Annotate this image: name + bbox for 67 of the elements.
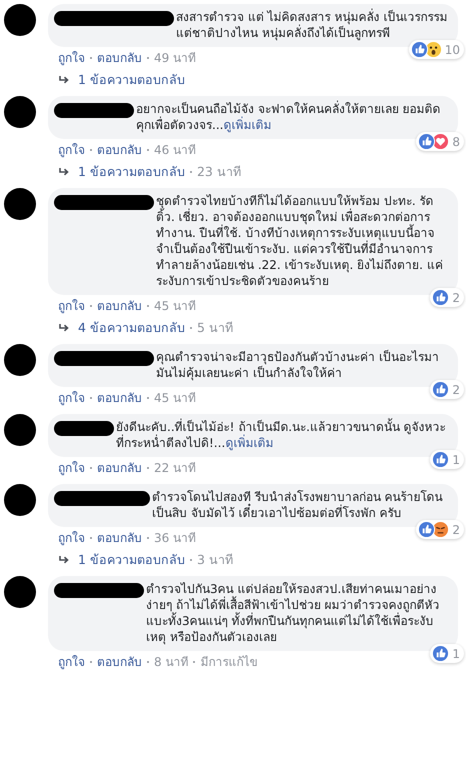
wow-reaction-icon [424,41,442,58]
reply-arrow-icon [58,323,70,333]
avatar[interactable] [4,484,36,516]
avatar[interactable] [4,188,36,220]
like-link[interactable]: ถูกใจ [58,529,85,547]
reply-link[interactable]: ตอบกลับ [97,49,142,67]
comment-text: คุณตำรวจน่าจะมีอาวุธป้องกันตัวบ้างนะค่า เป็นอะไรมามันไม่คุ้มเลยนะค่า เป็นกำลังใจให้ค่า [156,349,440,381]
reaction-count: 1 [452,646,460,660]
comment-time: 22 นาที [154,460,196,477]
reaction-count: 2 [452,290,460,304]
like-link[interactable]: ถูกใจ [58,459,85,477]
avatar[interactable] [4,414,36,446]
avatar[interactable] [4,4,36,36]
like-reaction-icon [432,289,450,306]
reaction-count: 10 [444,42,460,56]
like-link[interactable]: ถูกใจ [58,297,85,315]
reaction-count: 8 [452,134,460,148]
see-more-link[interactable]: ดูเพิ่มเติม [223,118,272,132]
like-link[interactable]: ถูกใจ [58,49,85,67]
reaction-count: 1 [452,452,460,466]
reply-link[interactable]: ตอบกลับ [97,141,142,159]
comment-time: 8 นาที [154,654,188,671]
like-reaction-icon [432,451,450,468]
like-link[interactable]: ถูกใจ [58,389,85,407]
reply-link[interactable]: ตอบกลับ [97,297,142,315]
redaction-bar [54,421,114,436]
comment-time: 45 นาที [154,298,196,315]
reply-time: 3 นาที [196,551,233,569]
love-reaction-icon [432,133,450,150]
comment-time: 36 นาที [154,530,196,547]
like-reaction-icon [410,41,428,58]
comment-time: 49 นาที [154,50,196,67]
like-link[interactable]: ถูกใจ [58,141,85,159]
replies-link[interactable]: 4 ข้อความตอบกลับ [78,319,185,337]
reaction-count: 2 [452,522,460,536]
reply-link[interactable]: ตอบกลับ [97,529,142,547]
like-reaction-icon [418,521,436,538]
reply-link[interactable]: ตอบกลับ [97,389,142,407]
comment-time: 45 นาที [154,390,196,407]
reply-arrow-icon [58,167,70,177]
reply-arrow-icon [58,75,70,85]
avatar[interactable] [4,576,36,608]
reply-link[interactable]: ตอบกลับ [97,653,142,671]
see-more-link[interactable]: ดูเพิ่มเติม [225,436,274,450]
like-reaction-icon [418,133,436,150]
replies-link[interactable]: 1 ข้อความตอบกลับ [78,71,185,89]
comment-text: ตำรวจไปกัน3คน แต่ปล่อยให้รองสวป.เสียท่าคนเมาอย่างง่ายๆ ถ้าไม่ได้พี่เสื้อสีฟ้าเข้าไปช่วย ผมว่าตำรวจคงถูกตีหัวแบะทั้ง3คนแน่ๆ ทั้งที่พกปืนกันทุกคนแต่ไม่ได้ใช้เพื่อระงับเหตุ หรือป้องกันตัวเองเลย [146,581,441,645]
reply-link[interactable]: ตอบกลับ [97,459,142,477]
like-link[interactable]: ถูกใจ [58,653,85,671]
comment-text: อยากจะเป็นคนถือไม้จัง จะฟาดให้คนคลั่งให้ตายเลย ยอมติดคุกเพื่อตัดวงจร...ดูเพิ่มเติม [136,101,442,133]
edited-label: มีการแก้ไข [200,654,258,671]
comment-text: ยังดีนะคับ..ที่เป็นไม้อ่ะ! ถ้าเป็นมีด.นะ.แล้วยาวขนาดนั้น ดูจังหวะที่กระหน่ำตีลงไปดิ!...ดูเพิ่มเติม [116,419,447,451]
reply-time: 5 นาที [196,319,233,337]
replies-link[interactable]: 1 ข้อความตอบกลับ [78,163,185,181]
comment-text: สงสารตำรวจ แต่ ไม่คิดสงสาร หนุ่มคลั่ง เป็นเวรกรรมแต่ชาติปางไหน หนุ่มคลั่งถึงได้เป็นลูกทรพี [176,9,448,41]
avatar[interactable] [4,344,36,376]
reply-arrow-icon [58,555,70,565]
angry-reaction-icon [432,521,450,538]
replies-link[interactable]: 1 ข้อความตอบกลับ [78,551,185,569]
like-reaction-icon [432,381,450,398]
comment-text: ชุดตำรวจไทยบ้างทีก็ไม่ได้ออกแบบให้พร้อม ปะทะ. รัดติ้ว. เชี่ยว. อาจต้องออกแบบชุดใหม่ เพื่อสะดวกต่อการทำงาน. ปืนที่ใช้. บ้างทีบ้างเหตุการระงับเหตุแบบนี้อาจจำเป็นต้องใช้ปืนเข้าระงับ. แต่ควรใช้ปืนที่มีอำนาจการทำลายล้างน้อยเช่น .22. เข้าระงับเหตุ. ยิงไม่ถึงตาย. แค่ระงับการเข้าประชิดตัวของคนร้าย [156,193,444,289]
comment-text: ตำรวจโดนไปสองที รีบนำส่งโรงพยาบาลก่อน คนร้ายโดนเป็นสิบ จับมัดไว้ เดี๋ยวเอาไปซ้อมต่อที่โรงพัก ครับ [152,489,444,521]
reply-time: 23 นาที [196,163,241,181]
like-reaction-icon [432,645,450,662]
avatar[interactable] [4,96,36,128]
comment-time: 46 นาที [154,142,196,159]
reaction-count: 2 [452,382,460,396]
